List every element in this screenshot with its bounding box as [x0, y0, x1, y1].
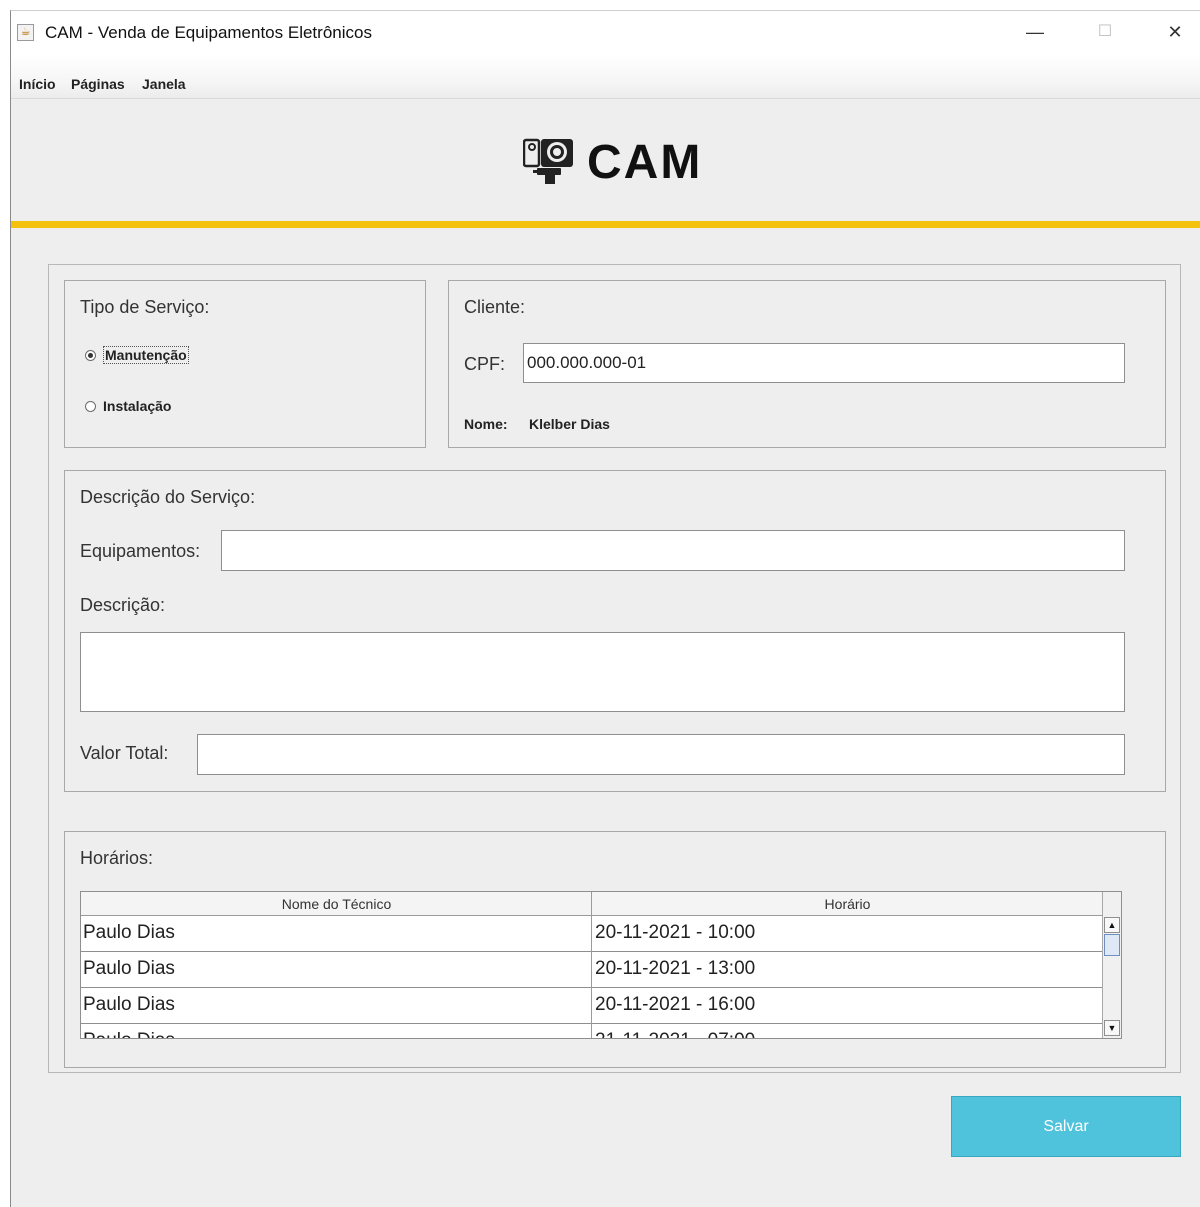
- technician-cell: Paulo Dias: [81, 1024, 592, 1038]
- schedule-table: Nome do Técnico Horário Paulo Dias 20-11…: [80, 891, 1122, 1039]
- table-row[interactable]: Paulo Dias 21-11-2021 - 07:00: [81, 1024, 1103, 1038]
- client-name-value: Klelber Dias: [529, 416, 610, 432]
- time-cell: 21-11-2021 - 07:00: [593, 1024, 1102, 1038]
- menu-inicio[interactable]: Início: [19, 76, 56, 92]
- close-button[interactable]: ✕: [1155, 17, 1195, 47]
- radio-manutencao[interactable]: Manutenção: [85, 346, 189, 364]
- menu-janela[interactable]: Janela: [142, 76, 186, 92]
- scroll-thumb[interactable]: [1104, 934, 1120, 956]
- equipment-label: Equipamentos:: [80, 541, 201, 561]
- title-bar: ☕ CAM - Venda de Equipamentos Eletrônico…: [11, 11, 1200, 55]
- window-title: CAM - Venda de Equipamentos Eletrônicos: [45, 23, 372, 42]
- time-cell: 20-11-2021 - 10:00: [595, 922, 756, 943]
- description-label: Descrição:: [80, 595, 166, 615]
- accent-divider: [11, 221, 1200, 228]
- radio-instalacao-label: Instalação: [103, 398, 172, 414]
- app-window: ☕ CAM - Venda de Equipamentos Eletrônico…: [10, 10, 1200, 1207]
- column-header-technician[interactable]: Nome do Técnico: [81, 892, 592, 915]
- menu-paginas[interactable]: Páginas: [71, 76, 125, 92]
- cpf-label: CPF:: [464, 354, 506, 374]
- service-description-group: Descrição do Serviço: Equipamentos: Desc…: [64, 470, 1166, 792]
- table-row[interactable]: Paulo Dias 20-11-2021 - 16:00: [81, 988, 1103, 1024]
- service-type-group: Tipo de Serviço: Manutenção Instalação: [64, 280, 426, 448]
- total-value-label: Valor Total:: [80, 743, 169, 763]
- table-row[interactable]: Paulo Dias 20-11-2021 - 10:00: [81, 916, 1103, 952]
- logo-header: CAM: [11, 99, 1200, 221]
- table-header: Nome do Técnico Horário: [81, 892, 1103, 916]
- column-divider: [591, 892, 592, 1038]
- camera-icon: [523, 138, 573, 184]
- client-group: Cliente: CPF: Nome: Klelber Dias: [448, 280, 1166, 448]
- radio-selected-icon: [85, 349, 96, 361]
- technician-cell: Paulo Dias: [83, 922, 175, 943]
- scroll-down-icon[interactable]: ▼: [1104, 1020, 1120, 1036]
- equipment-input[interactable]: [221, 530, 1125, 571]
- technician-cell: Paulo Dias: [83, 994, 175, 1015]
- save-button[interactable]: Salvar: [951, 1096, 1181, 1157]
- menu-bar: Início Páginas Janela: [11, 55, 1200, 99]
- radio-instalacao[interactable]: Instalação: [85, 398, 171, 414]
- java-app-icon: ☕: [17, 24, 34, 41]
- schedule-group: Horários: Nome do Técnico Horário Paulo …: [64, 831, 1166, 1068]
- description-textarea[interactable]: [80, 632, 1125, 712]
- logo-text: CAM: [587, 136, 703, 189]
- time-cell: 20-11-2021 - 13:00: [595, 958, 756, 979]
- cpf-input[interactable]: [523, 343, 1125, 383]
- service-description-title: Descrição do Serviço:: [80, 487, 256, 507]
- form-panel: Tipo de Serviço: Manutenção Instalação C…: [48, 264, 1181, 1073]
- schedule-title: Horários:: [80, 848, 154, 868]
- radio-unselected-icon: [85, 400, 96, 412]
- minimize-button[interactable]: —: [1015, 17, 1055, 47]
- total-value-input[interactable]: [197, 734, 1125, 775]
- table-scrollbar[interactable]: ▲ ▼: [1102, 892, 1121, 1038]
- scroll-up-icon[interactable]: ▲: [1104, 917, 1120, 933]
- client-title: Cliente:: [464, 297, 526, 317]
- service-type-title: Tipo de Serviço:: [80, 297, 210, 317]
- maximize-button[interactable]: ☐: [1085, 17, 1125, 47]
- technician-cell: Paulo Dias: [83, 958, 175, 979]
- name-label: Nome:: [464, 416, 508, 432]
- table-row[interactable]: Paulo Dias 20-11-2021 - 13:00: [81, 952, 1103, 988]
- time-cell: 20-11-2021 - 16:00: [595, 994, 756, 1015]
- column-header-time[interactable]: Horário: [592, 892, 1103, 915]
- radio-manutencao-label: Manutenção: [103, 346, 189, 364]
